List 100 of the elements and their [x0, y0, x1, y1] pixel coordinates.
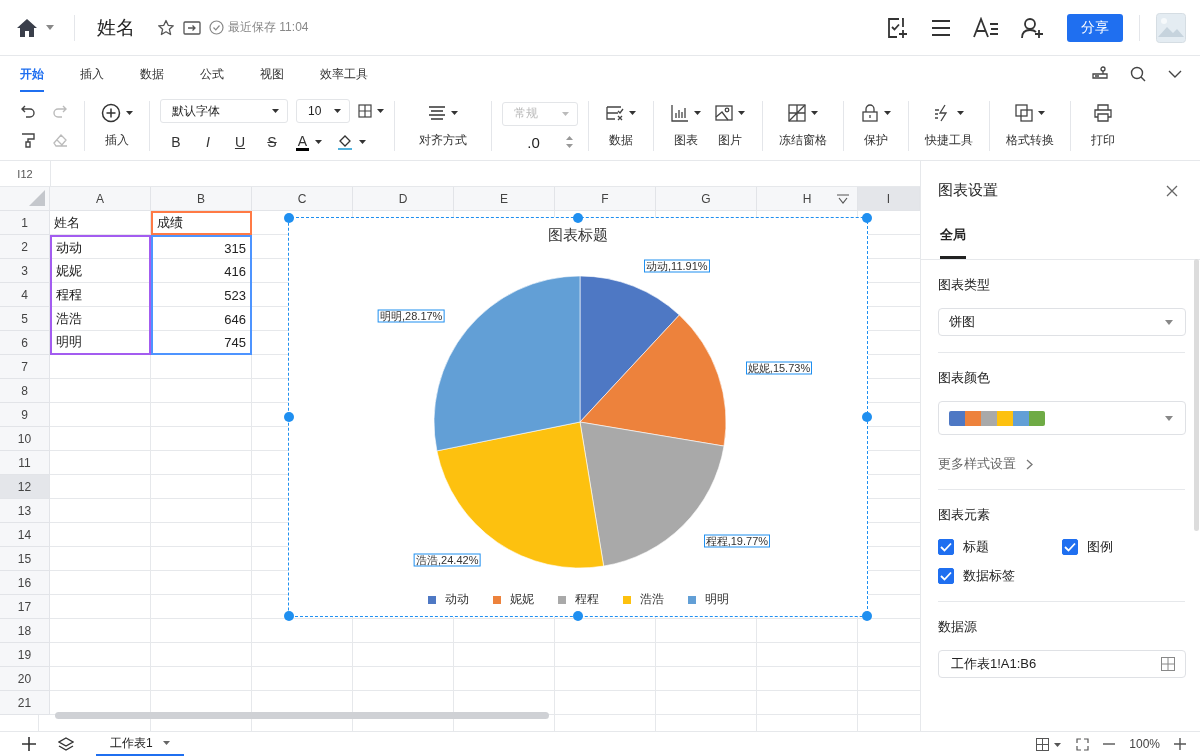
document-title[interactable]: 姓名 — [97, 14, 135, 41]
resize-handle[interactable] — [862, 213, 872, 223]
image-tool-button[interactable]: 图片 — [708, 103, 752, 149]
ribbon-tab[interactable]: 视图 — [260, 56, 284, 92]
cell-reference-field[interactable]: I12 — [0, 161, 51, 186]
row-header[interactable]: 2 — [0, 235, 50, 259]
row-header[interactable]: 4 — [0, 283, 50, 307]
row-header[interactable]: 10 — [0, 427, 50, 451]
star-icon[interactable] — [157, 18, 175, 37]
row-header[interactable]: 8 — [0, 379, 50, 403]
chart-tool-button[interactable]: 图表 — [664, 103, 708, 149]
row-header[interactable]: 5 — [0, 307, 50, 331]
borders-icon[interactable] — [358, 104, 384, 118]
freeze-tool-button[interactable]: 冻结窗格 — [773, 103, 833, 149]
column-header[interactable]: G — [656, 187, 757, 211]
horizontal-scrollbar[interactable] — [55, 712, 549, 719]
chevron-down-icon[interactable] — [1168, 70, 1182, 78]
resize-handle[interactable] — [862, 412, 872, 422]
home-icon[interactable] — [16, 17, 38, 38]
resize-handle[interactable] — [284, 412, 294, 422]
close-icon[interactable] — [1166, 184, 1178, 197]
data-tool-button[interactable]: 数据 — [599, 103, 643, 149]
pie-slice[interactable] — [436, 421, 604, 569]
resize-handle[interactable] — [573, 213, 583, 223]
italic-button[interactable]: I — [192, 131, 224, 153]
data-label[interactable]: 程程,19.77% — [703, 534, 771, 548]
ribbon-tab[interactable]: 数据 — [140, 56, 164, 92]
chart-color-dropdown[interactable] — [938, 401, 1186, 435]
row-header[interactable]: 1 — [0, 211, 50, 235]
alignment-button[interactable]: 对齐方式 — [405, 103, 481, 149]
format-painter-icon[interactable] — [20, 132, 36, 148]
ribbon-tab[interactable]: 公式 — [200, 56, 224, 92]
column-header[interactable]: F — [555, 187, 656, 211]
row-header[interactable]: 13 — [0, 499, 50, 523]
fullscreen-icon[interactable] — [1076, 737, 1090, 751]
bold-button[interactable]: B — [160, 131, 192, 153]
row-header[interactable]: 11 — [0, 451, 50, 475]
font-size-dropdown[interactable]: 10 — [296, 99, 350, 123]
chart-type-dropdown[interactable]: 饼图 — [938, 308, 1186, 336]
spinner-icon[interactable] — [565, 135, 573, 149]
convert-tool-button[interactable]: 格式转换 — [1000, 103, 1060, 149]
data-label[interactable]: 动动,11.91% — [644, 259, 710, 273]
data-label[interactable]: 明明,28.17% — [378, 309, 445, 323]
column-header[interactable]: I — [858, 187, 920, 211]
column-header[interactable]: C — [252, 187, 353, 211]
pie-slice[interactable] — [579, 314, 727, 447]
row-header[interactable]: 20 — [0, 667, 50, 691]
layers-icon[interactable] — [58, 737, 74, 751]
checkbox-label[interactable]: 标题 — [963, 538, 989, 556]
column-header[interactable]: H — [757, 187, 858, 211]
row-header[interactable]: 15 — [0, 547, 50, 571]
row-header[interactable]: 6 — [0, 331, 50, 355]
sheet-tab[interactable]: 工作表1 — [96, 732, 184, 756]
row-header[interactable]: 21 — [0, 691, 50, 715]
image-thumbnail-icon[interactable] — [1156, 12, 1186, 43]
add-user-icon[interactable] — [1021, 16, 1045, 39]
row-header[interactable]: 16 — [0, 571, 50, 595]
row-header[interactable]: 9 — [0, 403, 50, 427]
row-header[interactable]: 17 — [0, 595, 50, 619]
checkbox-label[interactable]: 数据标签 — [963, 567, 1015, 585]
caret-icon[interactable] — [46, 25, 54, 30]
panel-tab[interactable]: 全局 — [940, 226, 966, 259]
vertical-scrollbar[interactable] — [1194, 259, 1199, 531]
add-sheet-icon[interactable] — [22, 737, 36, 751]
grid-view-icon[interactable] — [1036, 737, 1063, 751]
stamp-icon[interactable] — [1092, 66, 1108, 82]
ribbon-tab[interactable]: 插入 — [80, 56, 104, 92]
data-source-field[interactable]: 工作表1!A1:B6 — [938, 650, 1186, 678]
resize-handle[interactable] — [862, 611, 872, 621]
resize-handle[interactable] — [284, 611, 294, 621]
print-tool-button[interactable]: 打印 — [1081, 103, 1125, 149]
row-header[interactable]: 19 — [0, 643, 50, 667]
share-button[interactable]: 分享 — [1067, 13, 1123, 42]
document-check-add-icon[interactable] — [885, 15, 909, 40]
checkbox-label[interactable]: 图例 — [1087, 538, 1113, 556]
grid-select-icon[interactable] — [1161, 657, 1175, 671]
column-header[interactable]: B — [151, 187, 252, 211]
font-dropdown[interactable]: 默认字体 — [160, 99, 288, 123]
ribbon-tab[interactable]: 开始 — [20, 56, 44, 92]
lock-tool-button[interactable]: 保护 — [854, 103, 898, 149]
row-header[interactable]: 3 — [0, 259, 50, 283]
menu-icon[interactable] — [931, 18, 951, 37]
checkbox[interactable] — [938, 568, 954, 584]
strike-button[interactable]: S — [256, 131, 288, 153]
zoom-in-icon[interactable] — [1174, 738, 1186, 750]
ribbon-tab[interactable]: 效率工具 — [320, 56, 368, 92]
undo-icon[interactable] — [20, 104, 36, 120]
column-header[interactable]: D — [353, 187, 454, 211]
underline-button[interactable]: U — [224, 131, 256, 153]
checkbox[interactable] — [1062, 539, 1078, 555]
font-color-button[interactable]: A — [288, 131, 330, 153]
column-header[interactable]: E — [454, 187, 555, 211]
bolt-tool-button[interactable]: 快捷工具 — [919, 103, 979, 149]
row-header[interactable]: 7 — [0, 355, 50, 379]
resize-handle[interactable] — [284, 213, 294, 223]
row-header[interactable]: 18 — [0, 619, 50, 643]
data-label[interactable]: 浩浩,24.42% — [414, 553, 481, 567]
search-icon[interactable] — [1130, 66, 1146, 82]
checkbox[interactable] — [938, 539, 954, 555]
collapse-icon[interactable] — [837, 194, 849, 204]
